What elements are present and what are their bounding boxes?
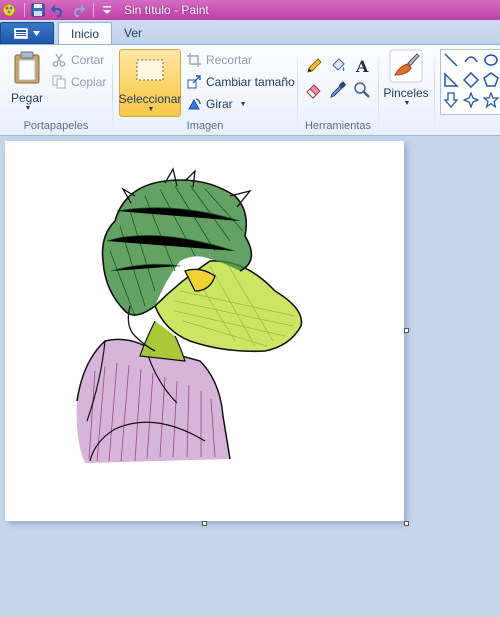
curve-icon[interactable] [461, 50, 481, 70]
paste-button[interactable]: Pegar ▼ [8, 51, 46, 112]
fill-icon[interactable] [327, 55, 349, 77]
clipboard-group: Pegar ▼ Cortar Copiar Portapapeles [0, 45, 112, 135]
copy-label: Copiar [71, 75, 107, 89]
selection-rectangle-icon [136, 59, 164, 81]
rotate-icon [188, 98, 201, 110]
brush-icon [389, 49, 423, 83]
tab-ver[interactable]: Ver [112, 22, 154, 44]
undo-icon[interactable] [49, 1, 67, 19]
tab-inicio[interactable]: Inicio [58, 22, 113, 44]
brushes-button[interactable]: Pinceles ▼ [382, 49, 430, 107]
line-icon[interactable] [441, 50, 461, 70]
oval-icon[interactable] [481, 50, 500, 70]
triangle-icon[interactable] [441, 70, 461, 90]
select-label: Seleccionar [118, 92, 182, 106]
resize-handle-corner[interactable] [404, 521, 409, 526]
resize-icon [187, 75, 201, 89]
resize-handle-right[interactable] [404, 328, 409, 333]
ribbon-tab-strip: Inicio Ver [0, 20, 500, 44]
color-picker-icon[interactable] [327, 79, 349, 101]
rotate-button[interactable]: Girar ▼ [187, 97, 247, 111]
quick-access-toolbar [0, 0, 118, 20]
text-icon[interactable]: A [351, 55, 373, 77]
chevron-down-icon: ▼ [147, 106, 155, 113]
resize-button[interactable]: Cambiar tamaño [187, 75, 295, 89]
workspace [0, 137, 500, 617]
resize-handle-bottom[interactable] [202, 521, 207, 526]
pentagon-icon[interactable] [481, 70, 500, 90]
resize-label: Cambiar tamaño [206, 75, 295, 89]
customize-dropdown-icon[interactable] [98, 1, 116, 19]
paint-menu-icon [14, 27, 28, 39]
tools-group-label: Herramientas [304, 120, 372, 132]
select-button[interactable]: Seleccionar ▼ [119, 49, 181, 117]
rotate-label: Girar [206, 97, 233, 111]
qat-separator [93, 3, 94, 17]
ribbon: Pegar ▼ Cortar Copiar Portapapeles Image… [0, 44, 500, 136]
crop-label: Recortar [206, 53, 253, 67]
chevron-down-icon [33, 30, 40, 36]
crop-icon [187, 53, 201, 67]
chevron-down-icon: ▼ [403, 100, 411, 107]
scissors-icon [52, 53, 66, 67]
pencil-icon[interactable] [303, 55, 325, 77]
eraser-icon[interactable] [303, 79, 325, 101]
cut-label: Cortar [71, 53, 105, 67]
paint-menu-button[interactable] [0, 22, 54, 44]
magnifier-icon[interactable] [351, 79, 373, 101]
brushes-label: Pinceles [383, 86, 429, 100]
chevron-down-icon: ▼ [24, 105, 32, 112]
arrow-down-icon[interactable] [441, 90, 461, 110]
copy-icon [52, 75, 66, 89]
cut-button[interactable]: Cortar [52, 53, 104, 67]
crop-button[interactable]: Recortar [187, 53, 252, 67]
star5-icon[interactable] [481, 90, 500, 110]
character-sketch [76, 167, 303, 463]
tools-grid: A [303, 55, 373, 101]
qat-separator [24, 3, 25, 17]
window-title: Sin título - Paint [124, 3, 209, 17]
chevron-down-icon: ▼ [239, 100, 247, 108]
diamond-icon[interactable] [461, 70, 481, 90]
paste-label: Pegar [10, 91, 44, 105]
svg-text:A: A [355, 57, 369, 75]
drawing-canvas[interactable] [5, 141, 404, 521]
title-bar: Sin título - Paint [0, 0, 500, 20]
clipboard-group-label: Portapapeles [23, 120, 89, 132]
star4-icon[interactable] [461, 90, 481, 110]
redo-icon[interactable] [69, 1, 87, 19]
group-separator [434, 49, 435, 131]
shapes-gallery [440, 49, 500, 115]
save-icon[interactable] [29, 1, 47, 19]
paint-app-icon[interactable] [0, 1, 18, 19]
image-group-label: Imagen [186, 120, 224, 132]
copy-button[interactable]: Copiar [52, 75, 106, 89]
clipboard-icon [14, 51, 40, 84]
group-separator [378, 49, 379, 131]
